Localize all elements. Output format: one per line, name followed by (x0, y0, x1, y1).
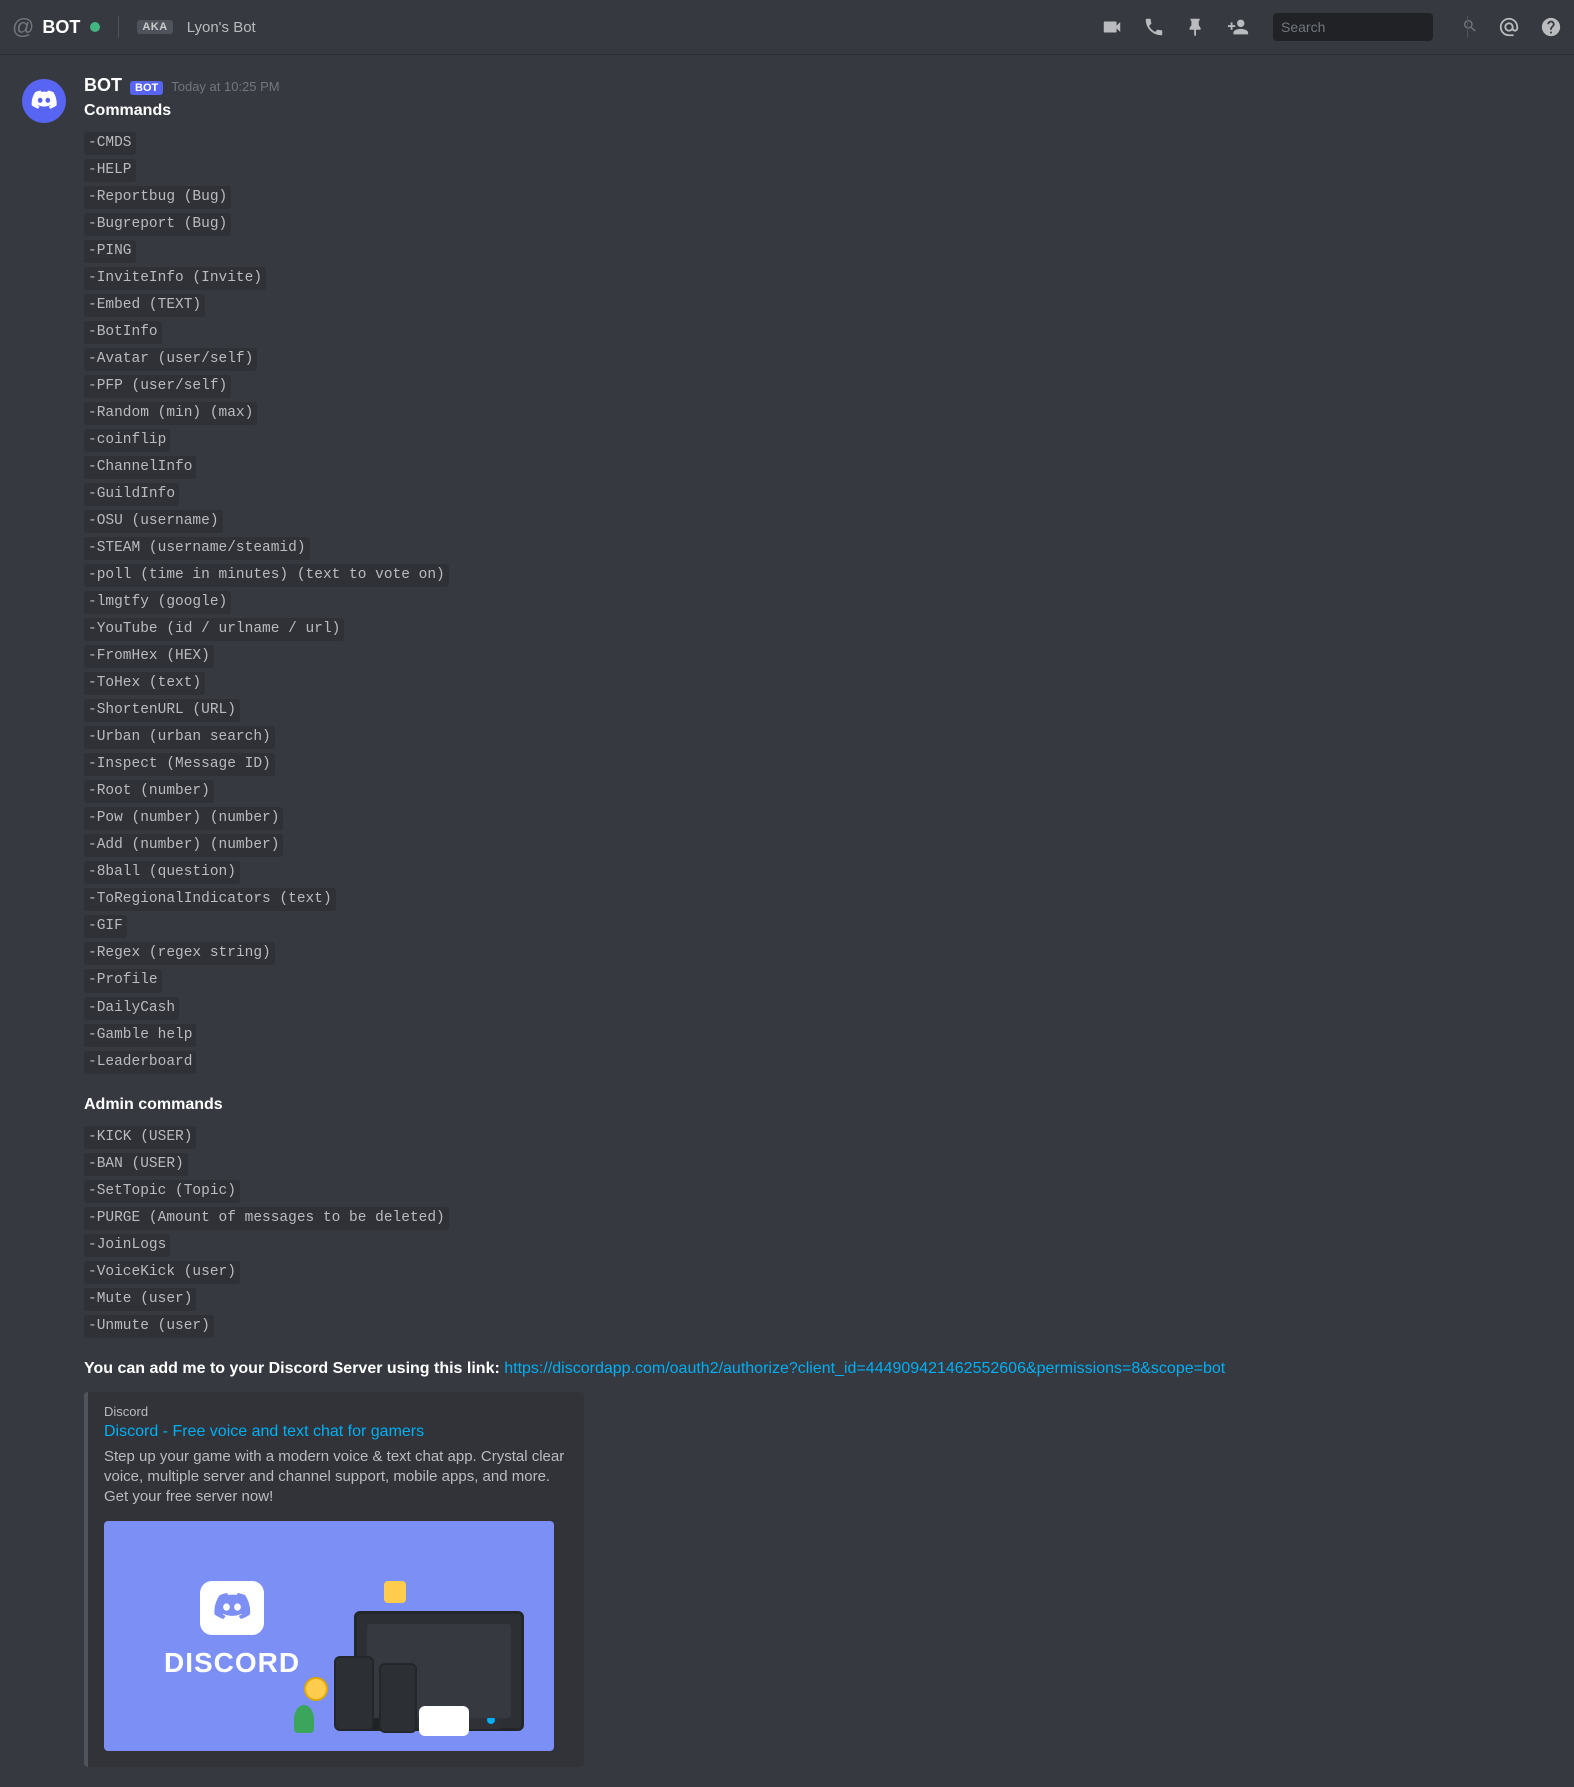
command-item: -DailyCash (84, 997, 179, 1020)
invite-label: You can add me to your Discord Server us… (84, 1360, 504, 1377)
command-item: -STEAM (username/steamid) (84, 537, 310, 560)
search-input[interactable] (1281, 19, 1462, 35)
pin-icon[interactable] (1185, 16, 1207, 38)
username[interactable]: BOT (84, 75, 122, 96)
command-item: -CMDS (84, 132, 136, 155)
command-item: -InviteInfo (Invite) (84, 267, 266, 290)
command-item: -BotInfo (84, 321, 162, 344)
channel-topic: Lyon's Bot (187, 19, 256, 36)
invite-line: You can add me to your Discord Server us… (84, 1360, 1552, 1378)
command-item: -Avatar (user/self) (84, 348, 257, 371)
timestamp: Today at 10:25 PM (171, 79, 279, 94)
command-item: -HELP (84, 159, 136, 182)
video-call-icon[interactable] (1101, 16, 1123, 38)
topbar: @ BOT AKA Lyon's Bot (0, 0, 1574, 55)
command-item: -Bugreport (Bug) (84, 213, 231, 236)
aka-badge: AKA (137, 20, 172, 34)
at-icon: @ (12, 14, 34, 40)
command-item: -ToRegionalIndicators (text) (84, 888, 336, 911)
command-item: -ShortenURL (URL) (84, 699, 240, 722)
channel-header: @ BOT AKA Lyon's Bot (12, 14, 1101, 40)
command-item: -PING (84, 240, 136, 263)
embed-image: DISCORD (104, 1521, 554, 1751)
command-item: -Random (min) (max) (84, 402, 257, 425)
command-item: -ChannelInfo (84, 456, 196, 479)
command-item: -Regex (regex string) (84, 942, 275, 965)
command-item: -Root (number) (84, 780, 214, 803)
command-item: -PURGE (Amount of messages to be deleted… (84, 1207, 449, 1230)
command-item: -Reportbug (Bug) (84, 186, 231, 209)
command-item: -poll (time in minutes) (text to vote on… (84, 564, 449, 587)
command-item: -Inspect (Message ID) (84, 753, 275, 776)
command-item: -8ball (question) (84, 861, 240, 884)
command-item: -SetTopic (Topic) (84, 1180, 240, 1203)
invite-link[interactable]: https://discordapp.com/oauth2/authorize?… (504, 1360, 1225, 1377)
command-item: -YouTube (id / urlname / url) (84, 618, 344, 641)
mentions-icon[interactable] (1498, 16, 1520, 38)
command-item: -PFP (user/self) (84, 375, 231, 398)
link-embed-card[interactable]: Discord Discord - Free voice and text ch… (84, 1392, 584, 1768)
command-item: -VoiceKick (user) (84, 1261, 240, 1284)
promo-devices (294, 1581, 534, 1741)
command-item: -GuildInfo (84, 483, 179, 506)
command-item: -BAN (USER) (84, 1153, 188, 1176)
promo-logo: DISCORD (164, 1581, 300, 1679)
command-item: -Unmute (user) (84, 1315, 214, 1338)
divider (1467, 16, 1468, 38)
channel-name: BOT (42, 17, 80, 38)
avatar[interactable] (22, 79, 66, 123)
status-online-icon (90, 22, 100, 32)
command-item: -Pow (number) (number) (84, 807, 283, 830)
command-item: -Mute (user) (84, 1288, 196, 1311)
command-item: -FromHex (HEX) (84, 645, 214, 668)
command-item: -KICK (USER) (84, 1126, 196, 1149)
admin-commands-list: -KICK (USER) -BAN (USER) -SetTopic (Topic)… (84, 1126, 1552, 1342)
command-item: -Urban (urban search) (84, 726, 275, 749)
discord-logo-icon (30, 87, 58, 115)
promo-word: DISCORD (164, 1647, 300, 1679)
command-item: -OSU (username) (84, 510, 223, 533)
add-friend-icon[interactable] (1227, 16, 1249, 38)
command-item: -Profile (84, 969, 162, 992)
search-box[interactable] (1273, 13, 1433, 41)
command-item: -Leaderboard (84, 1051, 196, 1074)
command-item: -JoinLogs (84, 1234, 170, 1257)
voice-call-icon[interactable] (1143, 16, 1165, 38)
command-item: -Gamble help (84, 1024, 196, 1047)
command-item: -lmgtfy (google) (84, 591, 231, 614)
admin-commands-title: Admin commands (84, 1096, 1552, 1114)
toolbar (1101, 13, 1562, 41)
search-icon (1462, 18, 1478, 37)
command-item: -Embed (TEXT) (84, 294, 205, 317)
message-header: BOT BOT Today at 10:25 PM (84, 75, 1552, 96)
command-item: -coinflip (84, 429, 170, 452)
embed-title[interactable]: Discord - Free voice and text chat for g… (104, 1423, 568, 1441)
embed-provider: Discord (104, 1404, 568, 1419)
command-item: -ToHex (text) (84, 672, 205, 695)
commands-list: -CMDS -HELP -Reportbug (Bug) -Bugreport (Bu… (84, 132, 1552, 1078)
embed-description: Step up your game with a modern voice & … (104, 1447, 568, 1508)
message-area: BOT BOT Today at 10:25 PM Commands -CMDS… (0, 55, 1574, 1787)
bot-tag: BOT (130, 81, 163, 95)
commands-title: Commands (84, 102, 1552, 120)
command-item: -Add (number) (number) (84, 834, 283, 857)
help-icon[interactable] (1540, 16, 1562, 38)
divider (118, 16, 119, 38)
command-item: -GIF (84, 915, 127, 938)
message: BOT BOT Today at 10:25 PM Commands -CMDS… (84, 75, 1552, 1767)
